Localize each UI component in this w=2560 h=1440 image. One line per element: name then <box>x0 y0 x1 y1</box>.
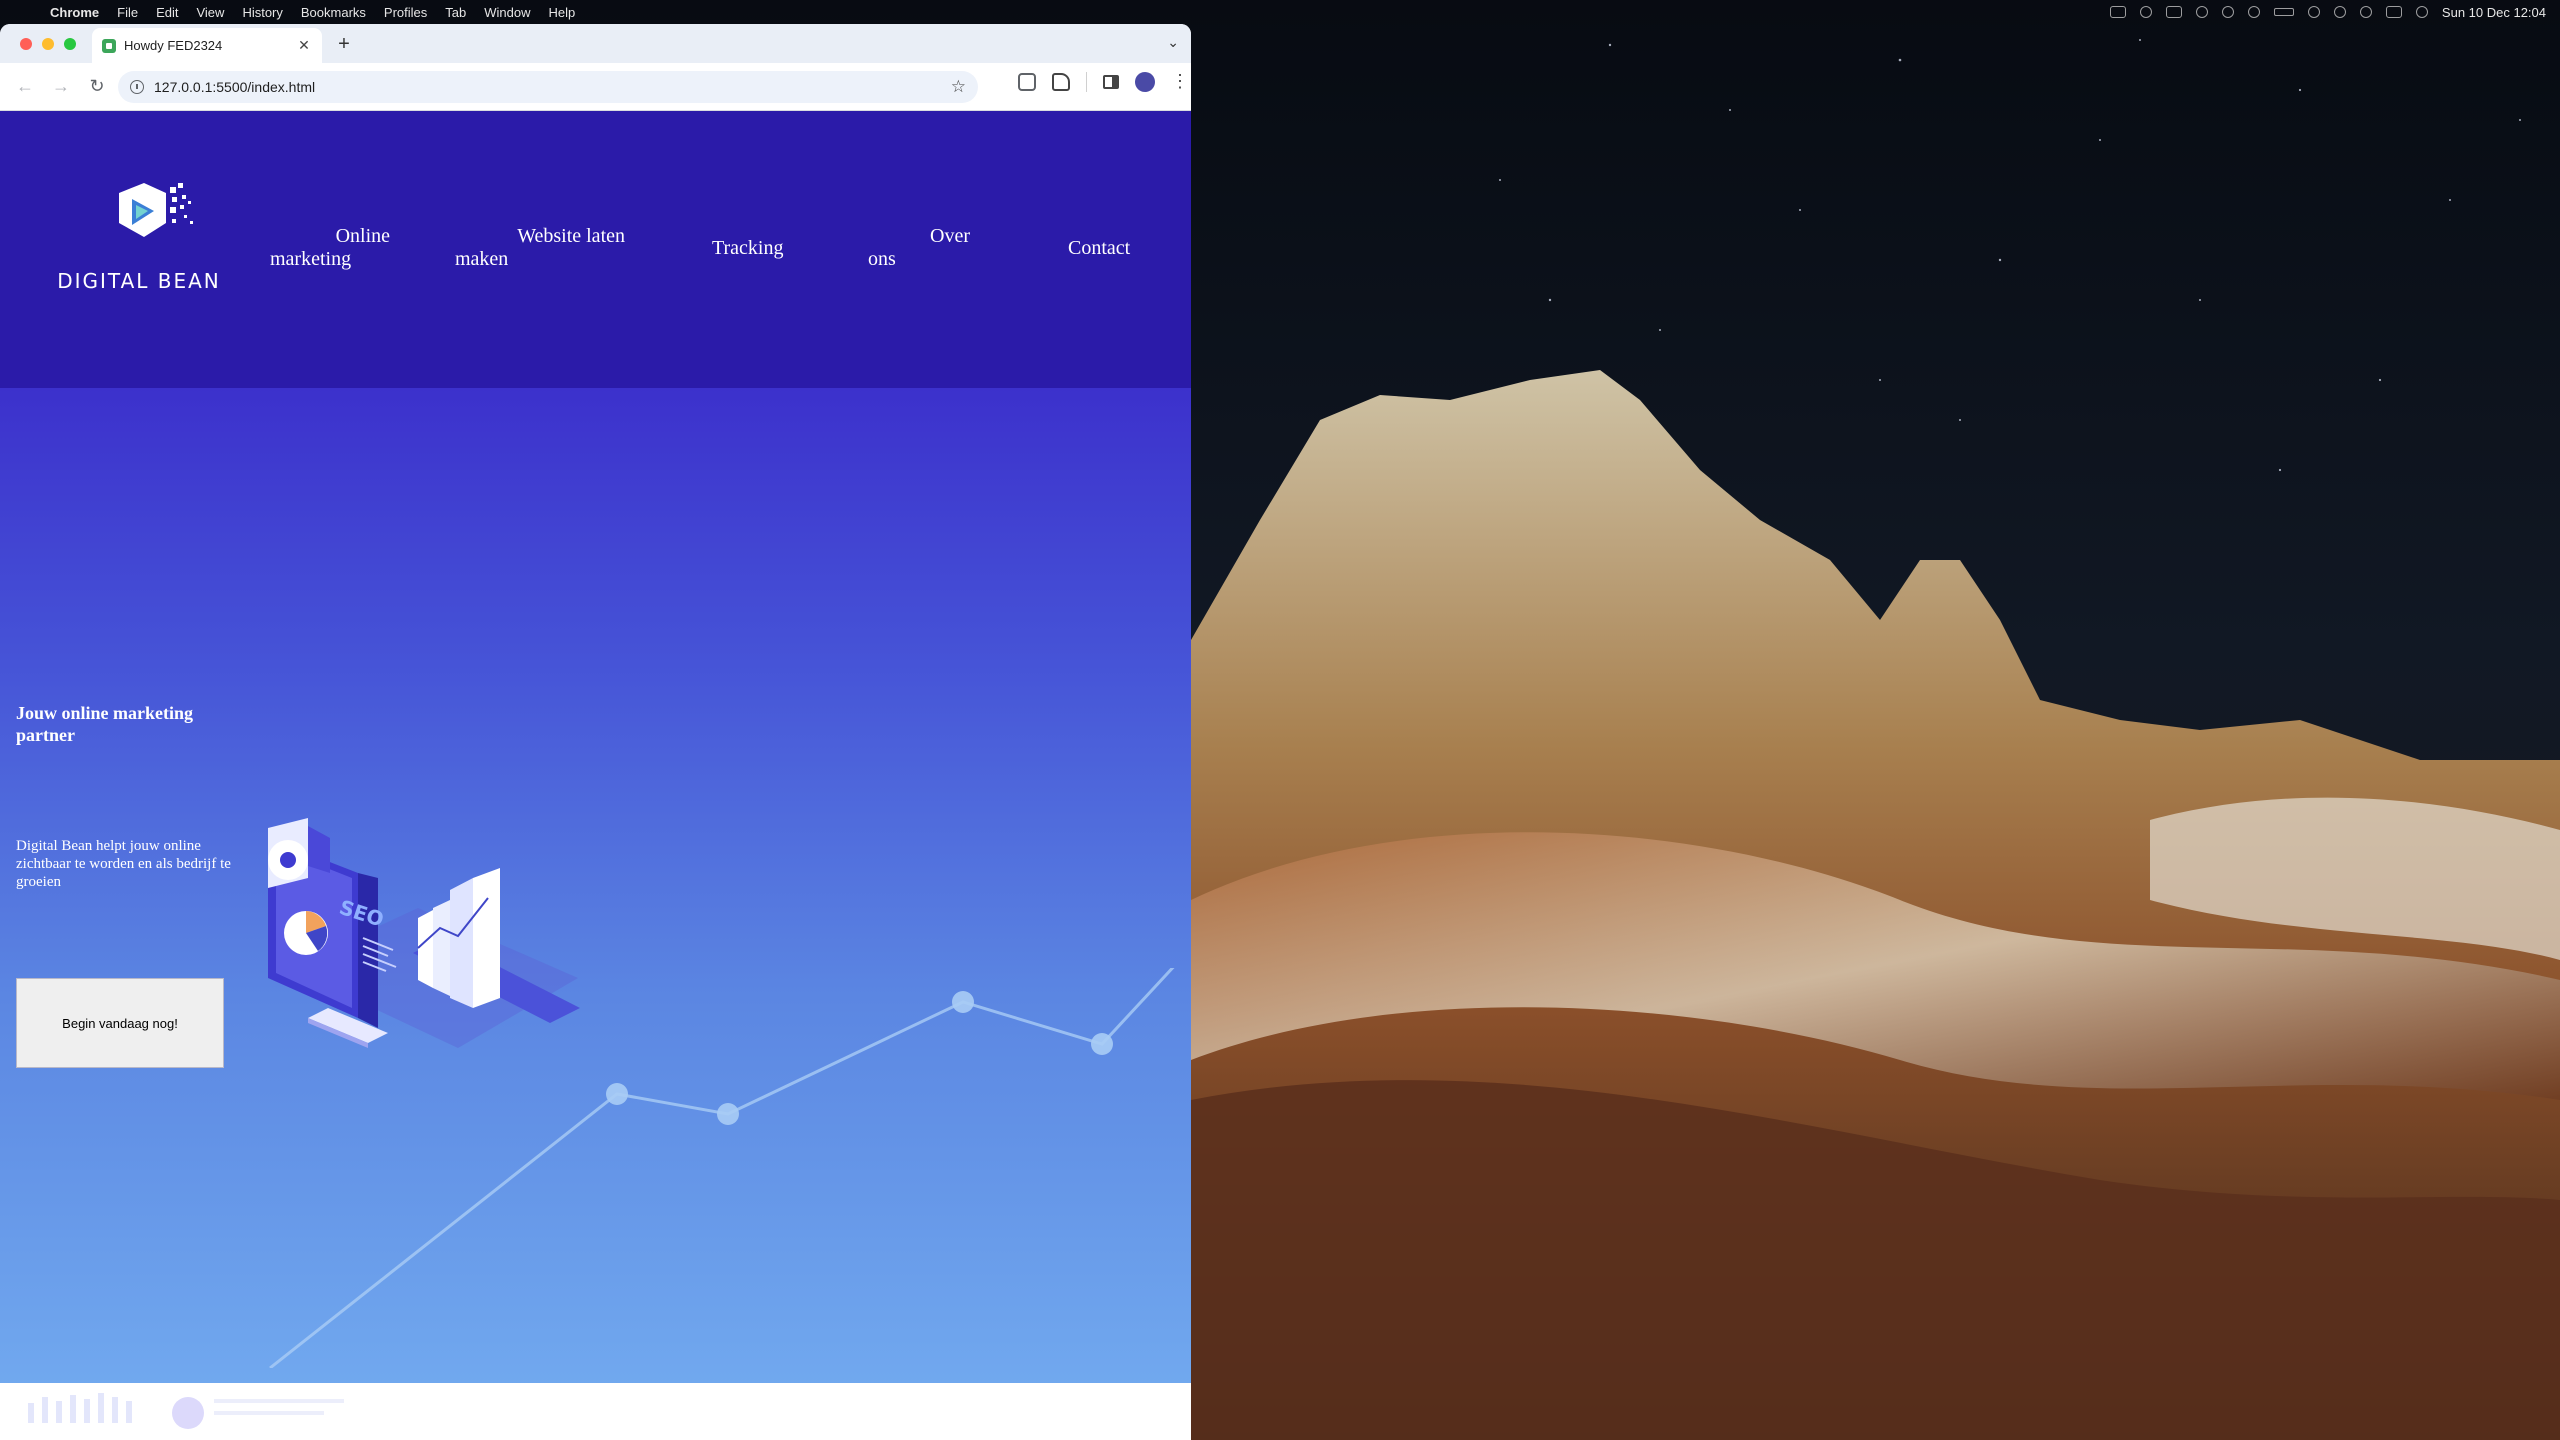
menu-bar: Chrome File Edit View History Bookmarks … <box>0 0 2560 24</box>
nav-label-line2: marketing <box>270 248 352 270</box>
forward-button[interactable]: → <box>46 72 76 102</box>
menu-edit[interactable]: Edit <box>156 5 178 20</box>
bookmark-star-icon[interactable]: ☆ <box>951 77 966 97</box>
back-button[interactable]: ← <box>10 72 40 102</box>
window-controls <box>20 38 76 50</box>
nav-label-line1: Website laten <box>517 225 625 247</box>
menu-profiles[interactable]: Profiles <box>384 5 427 20</box>
nav-contact[interactable]: Contact <box>1068 237 1158 260</box>
browser-window: Howdy FED2324 ✕ + ⌄ ← → ↻ 127.0.0.1:5500… <box>0 24 1191 1440</box>
nav-label-line2: maken <box>455 248 509 270</box>
nav-tracking[interactable]: Tracking <box>712 237 812 260</box>
tab-strip: Howdy FED2324 ✕ + ⌄ <box>0 24 1191 63</box>
site-header: DIGITAL BEAN Online marketing Website la… <box>0 111 1191 388</box>
close-window-button[interactable] <box>20 38 32 50</box>
screen-mirroring-icon[interactable] <box>2109 6 2126 18</box>
menubar-clock[interactable]: Sun 10 Dec 12:04 <box>2442 5 2546 20</box>
menu-history[interactable]: History <box>242 5 282 20</box>
nav-online-marketing[interactable]: Online marketing <box>270 225 390 271</box>
moon-icon[interactable] <box>2221 6 2234 18</box>
cloud-icon[interactable] <box>2139 6 2152 18</box>
next-section-graphic <box>28 1393 344 1429</box>
status-area: Sun 10 Dec 12:04 <box>2109 0 2546 24</box>
spotlight-icon[interactable] <box>2359 6 2372 18</box>
browser-tab[interactable]: Howdy FED2324 ✕ <box>92 28 322 63</box>
favicon-icon <box>102 38 116 53</box>
play-icon[interactable] <box>2333 6 2346 18</box>
nav-label: Contact <box>1068 237 1131 259</box>
menu-bookmarks[interactable]: Bookmarks <box>301 5 366 20</box>
nav-label: Tracking <box>712 237 784 259</box>
battery-icon[interactable] <box>2273 8 2294 16</box>
seo-illustration: SEO <box>268 818 580 1048</box>
tab-title: Howdy FED2324 <box>124 38 223 53</box>
begin-vandaag-button[interactable]: Begin vandaag nog! <box>16 978 224 1068</box>
menu-app-name[interactable]: Chrome <box>50 5 99 20</box>
menu-help[interactable]: Help <box>549 5 576 20</box>
siri-icon[interactable] <box>2415 6 2428 18</box>
site-logo[interactable]: DIGITAL BEAN <box>44 181 234 301</box>
url-text[interactable]: 127.0.0.1:5500/index.html <box>154 79 951 95</box>
menu-file[interactable]: File <box>117 5 138 20</box>
menu-view[interactable]: View <box>196 5 224 20</box>
nav-label-line1: Online <box>335 225 390 247</box>
nav-label-line2: ons <box>868 248 896 270</box>
profile-avatar[interactable] <box>1135 71 1155 92</box>
menu-tab[interactable]: Tab <box>445 5 466 20</box>
wifi-icon[interactable] <box>2307 6 2320 18</box>
reload-button[interactable]: ↻ <box>82 72 112 102</box>
toolbar-actions: ⋮ <box>1018 71 1189 92</box>
site-info-icon[interactable] <box>130 80 144 94</box>
logo-text: DIGITAL BEAN <box>57 269 221 293</box>
hero-text: Digital Bean helpt jouw online zichtbaar… <box>16 838 231 890</box>
browser-toolbar: ← → ↻ 127.0.0.1:5500/index.html ☆ ⋮ <box>0 63 1191 111</box>
page-viewport: DIGITAL BEAN Online marketing Website la… <box>0 111 1191 1440</box>
nav-label-line1: Over <box>930 225 970 247</box>
toolbar-divider <box>1086 71 1087 92</box>
display-icon[interactable] <box>2165 6 2182 18</box>
control-center-icon[interactable] <box>2385 6 2402 18</box>
new-tab-button[interactable]: + <box>333 33 355 56</box>
logo-hexagon-icon <box>119 183 193 237</box>
next-section-peek <box>0 1383 1191 1440</box>
more-menu-icon[interactable]: ⋮ <box>1171 71 1189 92</box>
extensions-puzzle-icon[interactable] <box>1052 72 1070 91</box>
bluetooth-icon[interactable] <box>2247 6 2260 18</box>
menu-window[interactable]: Window <box>484 5 530 20</box>
tab-search-icon[interactable]: ⌄ <box>1167 34 1179 51</box>
minimize-window-button[interactable] <box>42 38 54 50</box>
tab-close-icon[interactable]: ✕ <box>296 37 312 54</box>
night-shift-icon[interactable] <box>2195 6 2208 18</box>
nav-over-ons[interactable]: Over ons <box>868 225 970 271</box>
hero-section: Jouw online marketing partner Digital Be… <box>0 388 1191 1440</box>
side-panel-icon[interactable] <box>1103 74 1119 89</box>
hero-title: Jouw online marketing partner <box>16 703 194 745</box>
extension-icon[interactable] <box>1018 72 1036 91</box>
address-bar[interactable]: 127.0.0.1:5500/index.html ☆ <box>118 71 978 103</box>
maximize-window-button[interactable] <box>64 38 76 50</box>
nav-website-laten-maken[interactable]: Website laten maken <box>455 225 625 271</box>
